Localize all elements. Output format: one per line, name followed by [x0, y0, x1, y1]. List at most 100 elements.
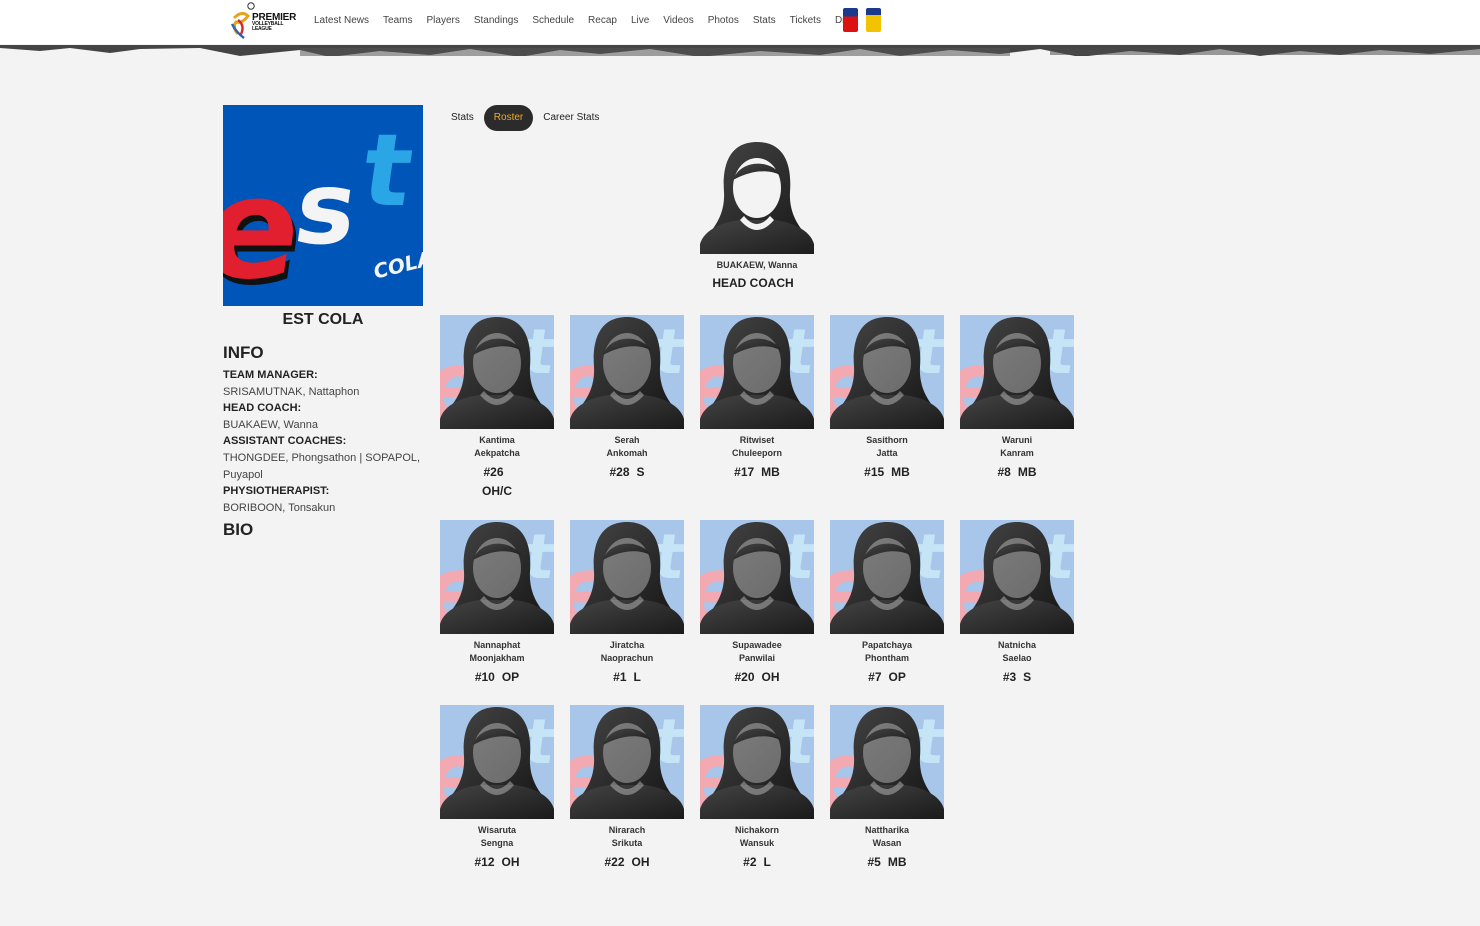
nav-teams[interactable]: Teams — [383, 15, 412, 26]
player-photo[interactable]: est — [570, 315, 684, 429]
person-silhouette-icon: est — [570, 315, 684, 429]
player-first-name: Kantima — [479, 435, 515, 445]
player-name[interactable]: Nannaphat Moonjakham — [440, 639, 554, 664]
player-card[interactable]: est Nattharika Wasan #5 MB — [830, 705, 944, 872]
player-last-name: Panwilai — [738, 652, 775, 663]
player-name[interactable]: Jiratcha Naoprachun — [570, 639, 684, 664]
player-number: #8 — [997, 465, 1011, 479]
nav-live[interactable]: Live — [631, 15, 649, 26]
player-position: OH/C — [482, 484, 512, 498]
bio-heading: BIO — [223, 520, 254, 539]
nav-tickets[interactable]: Tickets — [790, 15, 821, 26]
player-name[interactable]: Nirarach Srikuta — [570, 824, 684, 849]
player-name[interactable]: Ritwiset Chuleeporn — [700, 434, 814, 459]
player-name[interactable]: Papatchaya Phontham — [830, 639, 944, 664]
player-card[interactable]: est Papatchaya Phontham #7 OP — [830, 520, 944, 687]
nav-stats[interactable]: Stats — [753, 15, 776, 26]
player-photo[interactable]: est — [570, 520, 684, 634]
player-last-name: Ankomah — [606, 447, 648, 458]
nav-recap[interactable]: Recap — [588, 15, 617, 26]
pvl-logo[interactable]: PREMIER VOLLEYBALL LEAGUE — [228, 2, 297, 42]
player-name[interactable]: Wisaruta Sengna — [440, 824, 554, 849]
person-silhouette-icon: est — [830, 520, 944, 634]
player-position: L — [633, 670, 641, 684]
player-position: MB — [761, 465, 780, 479]
player-first-name: Jiratcha — [609, 640, 645, 650]
team-info-list: TEAM MANAGER: SRISAMUTNAK, Nattaphon HEA… — [223, 367, 423, 516]
player-meta: #10 OP — [440, 668, 554, 687]
coach-name: BUAKAEW, Wanna — [716, 260, 798, 270]
player-photo[interactable]: est — [830, 520, 944, 634]
player-card[interactable]: est Nirarach Srikuta #22 OH — [570, 705, 684, 872]
player-position: OH — [501, 855, 520, 869]
player-name[interactable]: Nichakorn Wansuk — [700, 824, 814, 849]
player-photo[interactable]: est — [700, 315, 814, 429]
tab-career-stats[interactable]: Career Stats — [533, 105, 609, 131]
nav-standings[interactable]: Standings — [474, 15, 518, 26]
pvl-logo-text: PREMIER VOLLEYBALL LEAGUE — [252, 12, 297, 32]
player-card[interactable]: est Sasithorn Jatta #15 MB — [830, 315, 944, 482]
person-silhouette-icon: est — [700, 705, 814, 819]
player-card[interactable]: est Natnicha Saelao #3 S — [960, 520, 1074, 687]
header-grunge-border — [0, 44, 1480, 56]
player-photo[interactable]: est — [700, 520, 814, 634]
player-first-name: Wisaruta — [478, 825, 516, 835]
person-silhouette-icon: est — [830, 315, 944, 429]
head-coach-value: BUAKAEW, Wanna — [223, 418, 318, 431]
player-card[interactable]: est Ritwiset Chuleeporn #17 MB — [700, 315, 814, 482]
player-card[interactable]: est Kantima Aekpatcha #26 OH/C — [440, 315, 554, 501]
nav-videos[interactable]: Videos — [663, 15, 693, 26]
player-photo[interactable]: est — [830, 315, 944, 429]
player-last-name: Wasan — [872, 837, 902, 848]
player-card[interactable]: est Jiratcha Naoprachun #1 L — [570, 520, 684, 687]
person-silhouette-icon: est — [570, 705, 684, 819]
player-photo[interactable]: est — [960, 315, 1074, 429]
player-name[interactable]: Sasithorn Jatta — [830, 434, 944, 459]
player-card[interactable]: est Waruni Kanram #8 MB — [960, 315, 1074, 482]
player-name[interactable]: Waruni Kanram — [960, 434, 1074, 459]
player-photo[interactable]: est — [700, 705, 814, 819]
player-number: #7 — [868, 670, 882, 684]
player-name[interactable]: Serah Ankomah — [570, 434, 684, 459]
assistant-coaches-value: THONGDEE, Phongsathon | SOPAPOL, Puyapol — [223, 451, 421, 481]
player-photo[interactable]: est — [440, 705, 554, 819]
player-photo[interactable]: est — [570, 705, 684, 819]
player-card[interactable]: est Serah Ankomah #28 S — [570, 315, 684, 482]
player-meta: #5 MB — [830, 853, 944, 872]
player-number: #15 — [864, 465, 885, 479]
player-position: S — [1023, 670, 1032, 684]
person-silhouette-icon: est — [440, 705, 554, 819]
player-card[interactable]: est Nichakorn Wansuk #2 L — [700, 705, 814, 872]
tab-roster[interactable]: Roster — [483, 105, 534, 131]
sponsor-badge-icon[interactable] — [843, 8, 858, 32]
nav-schedule[interactable]: Schedule — [532, 15, 574, 26]
player-number: #10 — [474, 670, 495, 684]
tab-stats[interactable]: Stats — [441, 105, 484, 131]
player-photo[interactable]: est — [440, 520, 554, 634]
player-meta: #17 MB — [700, 463, 814, 482]
player-card[interactable]: est Nannaphat Moonjakham #10 OP — [440, 520, 554, 687]
coach-photo[interactable] — [700, 140, 814, 254]
player-first-name: Ritwiset — [739, 435, 775, 445]
player-card[interactable]: est Wisaruta Sengna #12 OH — [440, 705, 554, 872]
player-photo[interactable]: est — [830, 705, 944, 819]
player-name[interactable]: Nattharika Wasan — [830, 824, 944, 849]
player-name[interactable]: Kantima Aekpatcha — [440, 434, 554, 459]
nav-photos[interactable]: Photos — [708, 15, 739, 26]
player-photo[interactable]: est — [440, 315, 554, 429]
nav-players[interactable]: Players — [426, 15, 459, 26]
team-manager-label: TEAM MANAGER: — [223, 369, 318, 381]
head-coach-label: HEAD COACH: — [223, 402, 302, 415]
top-navigation-bar: PREMIER VOLLEYBALL LEAGUE Latest News Te… — [0, 0, 1480, 44]
player-last-name: Jatta — [876, 447, 898, 458]
player-name[interactable]: Natnicha Saelao — [960, 639, 1074, 664]
player-name[interactable]: Supawadee Panwilai — [700, 639, 814, 664]
player-card[interactable]: est Supawadee Panwilai #20 OH — [700, 520, 814, 687]
player-meta: #3 S — [960, 668, 1074, 687]
player-last-name: Naoprachun — [600, 652, 654, 663]
player-meta: #7 OP — [830, 668, 944, 687]
league-badge-icon[interactable] — [866, 8, 881, 32]
person-silhouette-icon: est — [960, 315, 1074, 429]
nav-latest-news[interactable]: Latest News — [314, 15, 369, 26]
player-photo[interactable]: est — [960, 520, 1074, 634]
